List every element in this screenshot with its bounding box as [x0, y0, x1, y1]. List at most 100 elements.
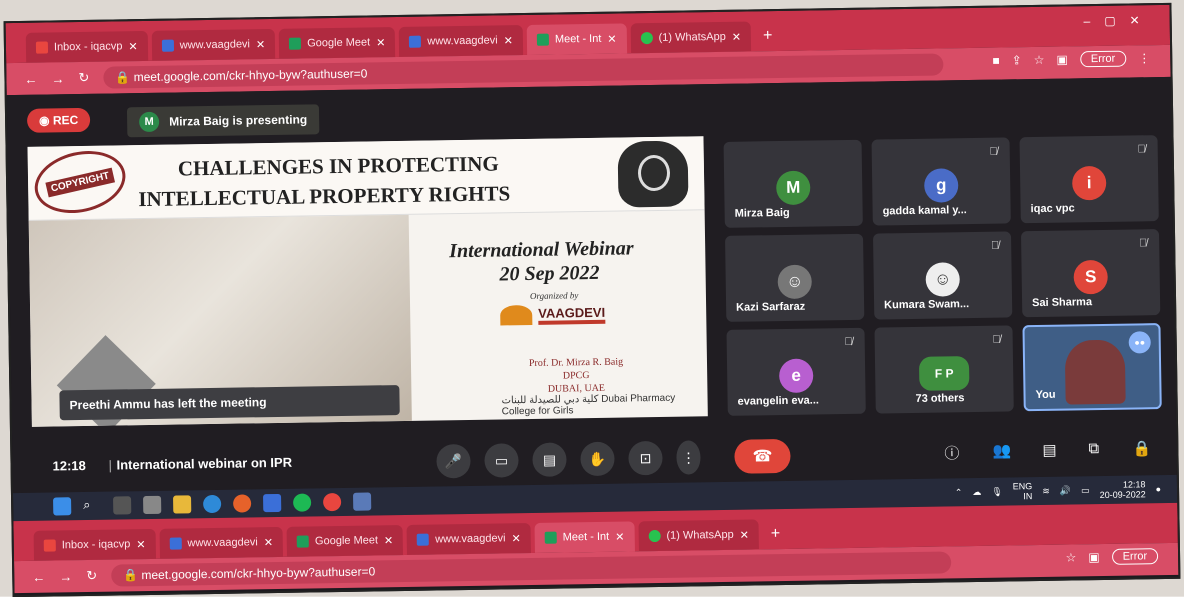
firefox-icon[interactable] — [233, 494, 252, 513]
widgets-icon[interactable] — [143, 495, 162, 515]
close-icon[interactable]: ✕ — [740, 528, 749, 541]
new-tab-button[interactable]: + — [763, 525, 789, 549]
profile-error-button[interactable]: Error — [1079, 50, 1127, 68]
tab-label: Inbox - iqacvp — [53, 40, 123, 54]
close-icon[interactable]: ✕ — [511, 532, 520, 545]
whatsapp-icon — [648, 529, 661, 543]
app-icon[interactable] — [352, 492, 372, 511]
captions-button[interactable]: ▤ — [532, 442, 567, 477]
forward-icon[interactable]: → — [59, 569, 72, 584]
close-icon[interactable]: ✕ — [264, 536, 273, 549]
close-icon[interactable]: ✕ — [256, 38, 265, 51]
close-icon[interactable]: ✕ — [504, 34, 513, 47]
region: IN — [1023, 491, 1033, 502]
tab-google-meet[interactable]: Google Meet ✕ — [286, 524, 404, 557]
sidebar-icon[interactable]: ▣ — [1088, 550, 1100, 564]
participant-tile[interactable]: ☺ Kazi Sarfaraz — [725, 233, 865, 322]
tab-whatsapp[interactable]: (1) WhatsApp ✕ — [638, 519, 760, 552]
tab-vaagdevi-1[interactable]: www.vaagdevi ✕ — [151, 28, 276, 61]
mic-button[interactable]: 🎤 — [436, 443, 471, 479]
profile-error-button[interactable]: Error — [1111, 548, 1159, 565]
more-options-button[interactable]: ⋮ — [676, 440, 701, 475]
tab-vaagdevi-2[interactable]: www.vaagdevi ✕ — [399, 25, 524, 57]
mic-off-icon: 🎙̸ — [992, 333, 1001, 346]
tab-inbox[interactable]: Inbox - iqacvp ✕ — [33, 528, 156, 561]
reload-icon[interactable]: ↻ — [78, 70, 89, 86]
end-call-button[interactable]: ☎ — [734, 438, 791, 474]
close-icon[interactable]: ✕ — [615, 530, 624, 543]
star-icon[interactable]: ☆ — [1065, 550, 1076, 564]
back-icon[interactable]: ← — [32, 569, 45, 584]
raise-hand-button[interactable]: ✋ — [580, 441, 615, 477]
battery-icon[interactable]: ▭ — [1081, 485, 1090, 496]
participant-tile-others[interactable]: 🎙̸ F P 73 others — [874, 325, 1014, 414]
tab-inbox[interactable]: Inbox - iqacvp ✕ — [25, 30, 148, 63]
close-icon[interactable]: ✕ — [384, 534, 393, 547]
close-icon[interactable]: ✕ — [136, 538, 145, 551]
menu-icon[interactable]: ⋮ — [1138, 51, 1150, 65]
participant-tile[interactable]: M Mirza Baig — [723, 139, 863, 228]
participant-tile[interactable]: 🎙̸ S Sai Sharma — [1020, 229, 1161, 318]
participant-tile[interactable]: 🎙̸ ☺ Kumara Swam... — [872, 231, 1013, 320]
notification-icon[interactable]: ● — [1156, 484, 1162, 494]
language-indicator[interactable]: ENG IN — [1013, 481, 1033, 501]
url-field[interactable]: 🔒 meet.google.com/ckr-hhyo-byw?authuser=… — [111, 551, 952, 587]
edge-icon[interactable] — [203, 494, 222, 514]
store-icon[interactable] — [263, 493, 282, 513]
sidebar-icon[interactable]: ▣ — [1056, 52, 1068, 66]
stamp-text: COPYRIGHT — [45, 167, 115, 197]
camera-button[interactable]: ▭ — [484, 443, 519, 478]
forward-icon[interactable]: → — [51, 71, 64, 86]
star-icon[interactable]: ☆ — [1034, 53, 1045, 67]
close-icon[interactable]: ✕ — [128, 40, 137, 53]
activities-icon[interactable]: ⧉ — [1088, 440, 1099, 457]
clock-date[interactable]: 12:18 20-09-2022 — [1099, 479, 1146, 501]
people-icon[interactable]: 👥 — [992, 441, 1011, 459]
cloud-icon[interactable]: ☁ — [972, 486, 981, 497]
host-controls-icon[interactable]: 🔒 — [1132, 439, 1151, 457]
participant-tile[interactable]: 🎙̸ e evangelin eva... — [726, 327, 866, 416]
tray-date: 20-09-2022 — [1099, 489, 1146, 501]
chat-icon[interactable]: ▤ — [1042, 441, 1056, 459]
back-icon[interactable]: ← — [24, 71, 37, 86]
wifi-icon[interactable]: ≋ — [1042, 485, 1050, 496]
volume-icon[interactable]: 🔊 — [1060, 485, 1071, 496]
participant-tile[interactable]: 🎙̸ i iqac vpc — [1019, 135, 1159, 224]
close-icon[interactable]: ✕ — [607, 32, 616, 45]
tab-meet-active[interactable]: Meet - Int ✕ — [526, 23, 627, 55]
tab-whatsapp[interactable]: (1) WhatsApp ✕ — [630, 21, 752, 54]
participant-tile[interactable]: 🎙̸ g gadda kamal y... — [871, 137, 1011, 226]
share-icon[interactable]: ⇪ — [1012, 53, 1022, 67]
self-view-tile[interactable]: ●● You — [1022, 323, 1162, 412]
camera-icon[interactable]: ■ — [992, 54, 999, 68]
browser-actions: ■ ⇪ ☆ ▣ Error ⋮ — [992, 50, 1150, 68]
tab-meet-active[interactable]: Meet - Int ✕ — [534, 521, 635, 553]
file-explorer-icon[interactable] — [173, 495, 192, 514]
new-tab-button[interactable]: + — [755, 27, 781, 51]
chrome-icon[interactable] — [323, 492, 342, 512]
window-controls[interactable]: –▢✕ — [1083, 13, 1153, 28]
close-icon[interactable]: ✕ — [732, 30, 741, 43]
reload-icon[interactable]: ↻ — [86, 568, 97, 584]
search-icon[interactable]: ⌕ — [83, 497, 101, 515]
divider: | — [108, 457, 113, 473]
participant-name: Sai Sharma — [1032, 296, 1093, 310]
tab-label: (1) WhatsApp — [658, 30, 726, 44]
meet-icon — [289, 37, 302, 50]
task-view-icon[interactable] — [113, 496, 132, 515]
present-button[interactable]: ⊡ — [628, 440, 663, 476]
spotify-icon[interactable] — [293, 493, 312, 512]
mic-tray-icon[interactable]: 🎙 — [991, 486, 1003, 497]
tab-vaagdevi-1[interactable]: www.vaagdevi ✕ — [159, 526, 284, 559]
tab-vaagdevi-2[interactable]: www.vaagdevi ✕ — [406, 522, 531, 555]
meeting-name: International webinar on IPR — [116, 454, 293, 473]
rec-badge: ◉ REC — [26, 107, 91, 133]
avatar: e — [778, 358, 814, 394]
system-tray: ⌃ ☁ 🎙 ENG IN ≋ 🔊 ▭ 12:18 20-09-2022 ● — [955, 479, 1162, 502]
windows-start-icon[interactable] — [53, 497, 72, 516]
chevron-up-icon[interactable]: ⌃ — [955, 487, 963, 498]
close-icon[interactable]: ✕ — [376, 36, 385, 49]
meeting-clock: 12:18 — [52, 457, 86, 474]
info-icon[interactable]: ⓘ — [944, 442, 959, 463]
tab-google-meet[interactable]: Google Meet ✕ — [278, 27, 396, 59]
